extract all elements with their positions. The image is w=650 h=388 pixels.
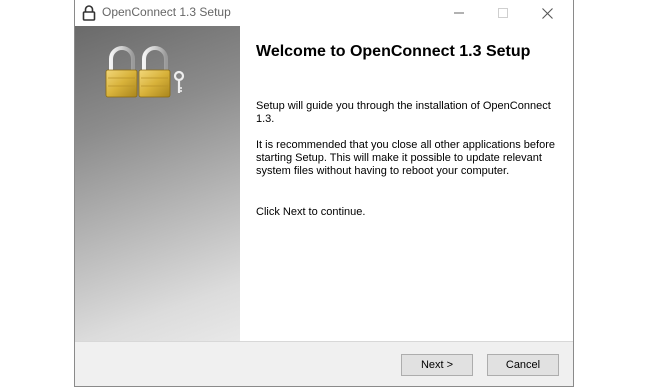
minimize-icon bbox=[454, 12, 464, 14]
close-icon bbox=[541, 7, 553, 19]
window-title: OpenConnect 1.3 Setup bbox=[102, 5, 231, 19]
cancel-button[interactable]: Cancel bbox=[487, 354, 559, 376]
maximize-icon bbox=[498, 8, 508, 18]
page-title: Welcome to OpenConnect 1.3 Setup bbox=[256, 43, 531, 60]
setup-window: OpenConnect 1.3 Setup Welcome to OpenCon… bbox=[74, 0, 574, 387]
title-bar[interactable]: OpenConnect 1.3 Setup bbox=[75, 0, 573, 26]
close-button[interactable] bbox=[525, 0, 569, 26]
maximize-button[interactable] bbox=[481, 0, 525, 26]
next-button[interactable]: Next > bbox=[401, 354, 473, 376]
recommendation-text: It is recommended that you close all oth… bbox=[256, 139, 555, 177]
welcome-content: Welcome to OpenConnect 1.3 Setup Setup w… bbox=[240, 26, 573, 341]
sidebar-banner bbox=[75, 26, 240, 341]
padlocks-and-key-icon bbox=[105, 46, 185, 98]
button-bar: Next > Cancel bbox=[75, 341, 573, 386]
minimize-button[interactable] bbox=[437, 0, 481, 26]
lock-icon bbox=[82, 5, 96, 21]
continue-instruction: Click Next to continue. bbox=[256, 206, 366, 218]
intro-text: Setup will guide you through the install… bbox=[256, 100, 551, 125]
